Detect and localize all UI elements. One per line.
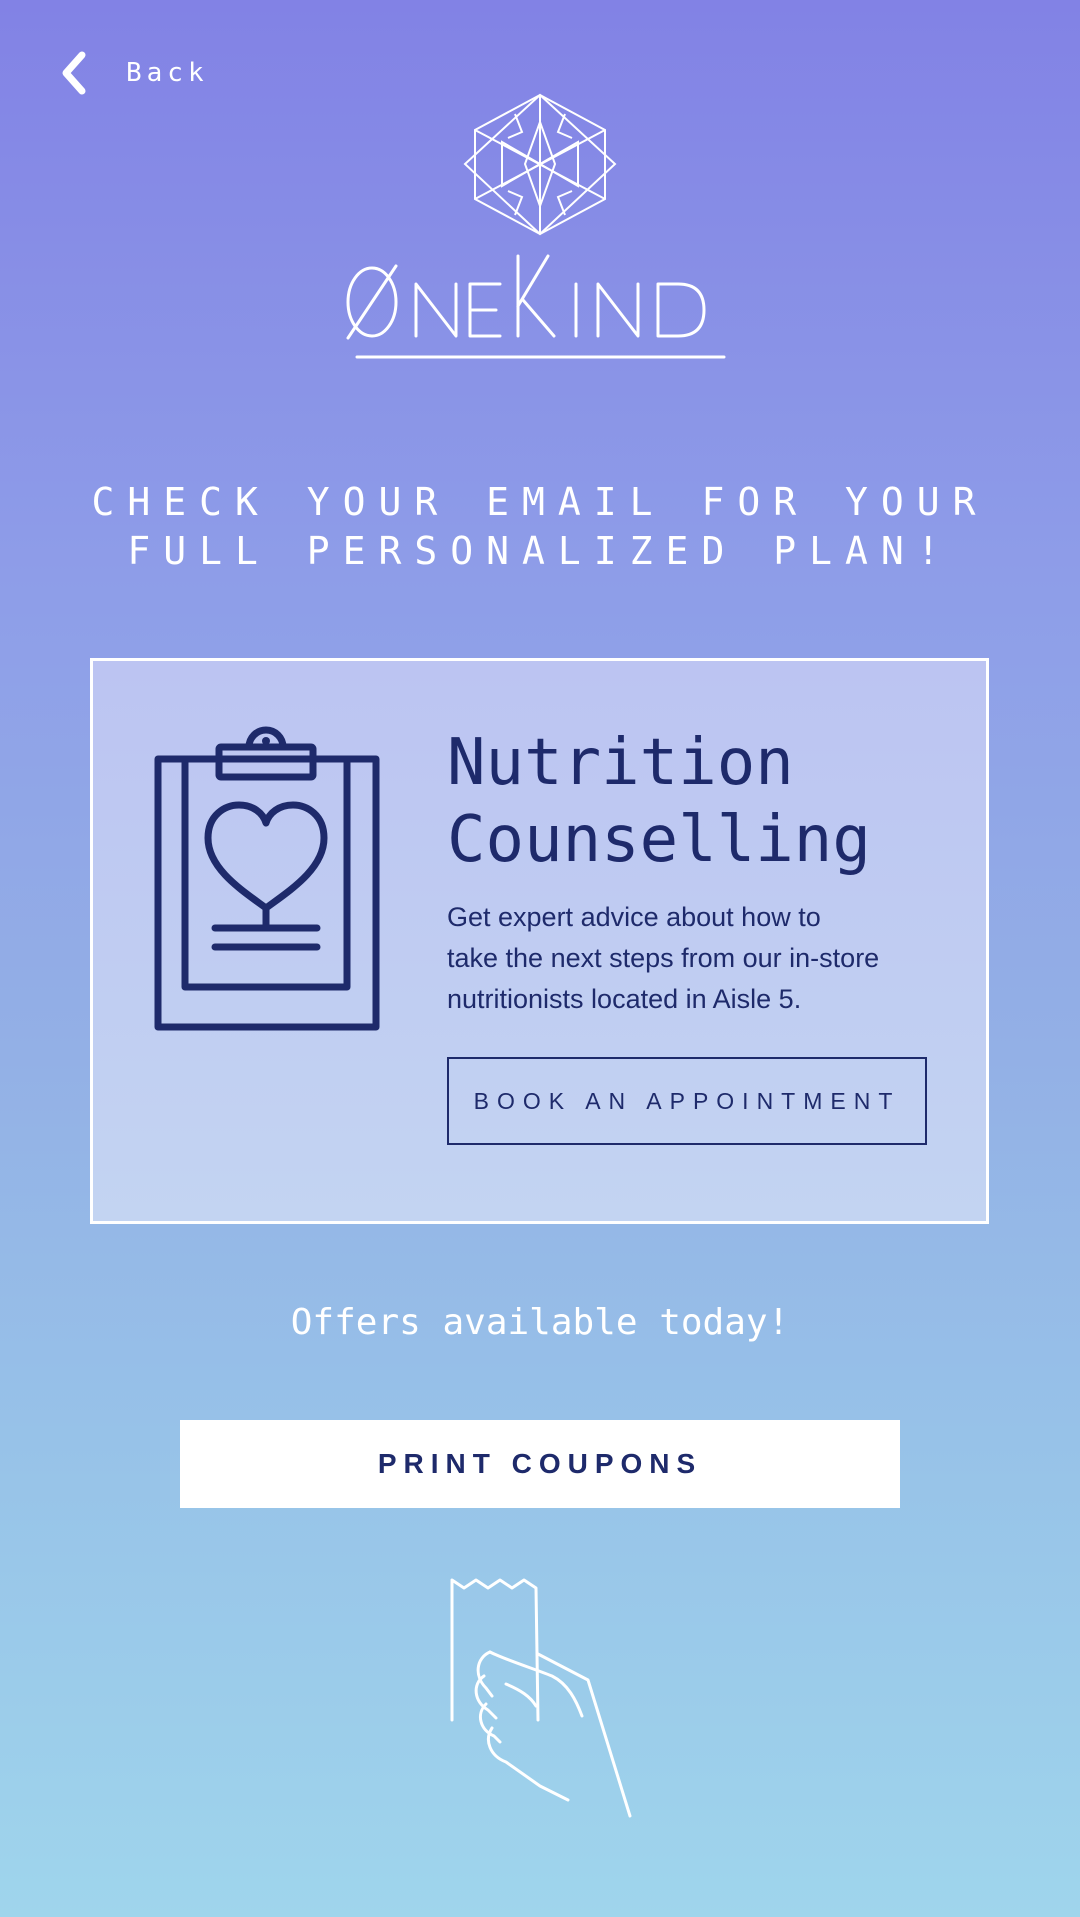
hand-holding-coupon-icon: [450, 1578, 632, 1818]
book-appointment-button[interactable]: BOOK AN APPOINTMENT: [447, 1057, 927, 1145]
onekind-logo-icon: [463, 93, 617, 236]
offers-text: Offers available today!: [290, 1302, 790, 1343]
card-description-line-3: nutritionists located in Aisle 5.: [447, 984, 802, 1014]
card-description-line-2: take the next steps from our in-store: [447, 943, 880, 973]
card-description: Get expert advice about how to take the …: [447, 897, 917, 1020]
headline-line-2: FULL PERSONALIZED PLAN!: [127, 529, 953, 573]
back-label: Back: [126, 58, 209, 88]
card-title: Nutrition Counselling: [447, 725, 967, 879]
back-button[interactable]: Back: [60, 48, 209, 98]
card-title-line-1: Nutrition: [447, 726, 794, 800]
clipboard-heart-icon: [154, 726, 380, 1031]
brand-name: OneKind: [0, 0, 1, 1]
onekind-wordmark-logo: [346, 254, 726, 359]
headline: CHECK YOUR EMAIL FOR YOUR FULL PERSONALI…: [60, 478, 1020, 576]
headline-line-1: CHECK YOUR EMAIL FOR YOUR: [91, 480, 989, 524]
nutrition-card: Nutrition Counselling Get expert advice …: [90, 658, 989, 1224]
chevron-left-icon: [62, 51, 86, 95]
print-coupons-button[interactable]: PRINT COUPONS: [180, 1420, 900, 1508]
card-title-line-2: Counselling: [447, 803, 871, 877]
card-description-line-1: Get expert advice about how to: [447, 902, 821, 932]
